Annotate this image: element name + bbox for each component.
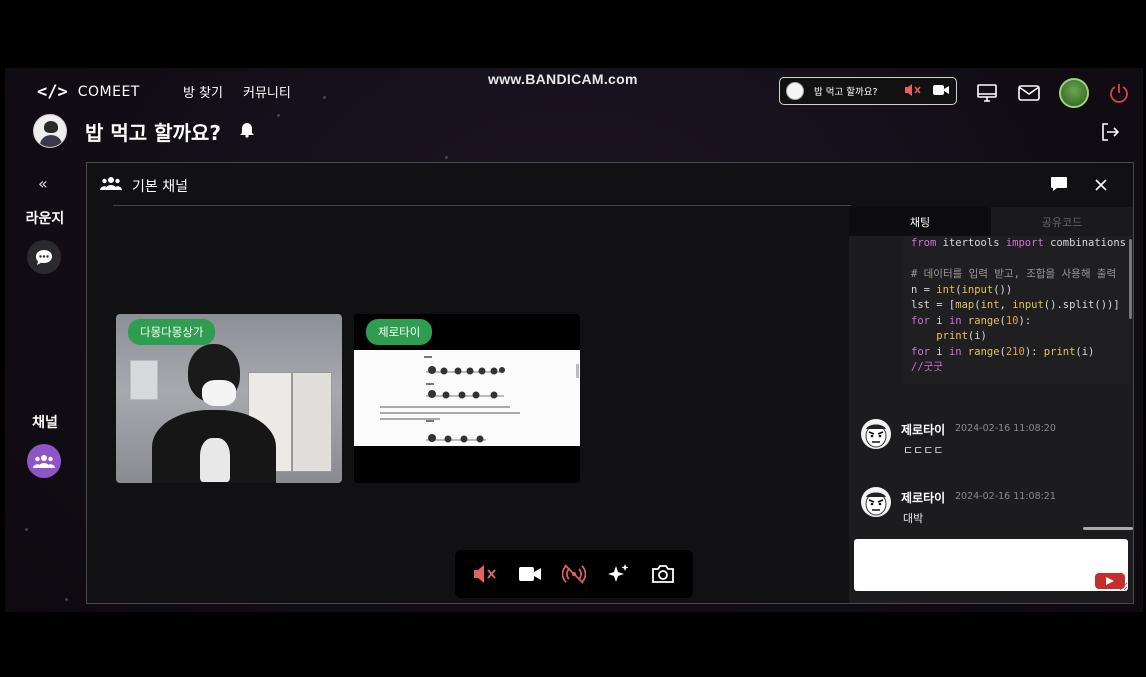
app-window: </> COMEET 방 찾기 커뮤니티 www.BANDICAM.com 밥 … [5, 68, 1143, 612]
background-star [323, 96, 326, 99]
video-icon[interactable] [932, 82, 950, 101]
chat-toggle-icon[interactable] [1050, 176, 1068, 196]
brand[interactable]: </> COMEET [37, 82, 140, 102]
code-line: lst = [map(int, input().split())] [911, 299, 1120, 311]
sidebar-lounge-label: 라운지 [25, 211, 65, 227]
monitor-icon[interactable] [975, 81, 999, 105]
room-avatar [33, 114, 67, 148]
chat-input[interactable] [854, 539, 1128, 591]
nav-find-room[interactable]: 방 찾기 [183, 82, 223, 101]
scrollbar[interactable] [1129, 239, 1132, 319]
avatar [786, 82, 804, 100]
camera-icon[interactable] [648, 559, 678, 589]
brand-name: COMEET [77, 84, 140, 100]
scrollbar[interactable] [1083, 527, 1133, 530]
send-button[interactable] [1095, 573, 1125, 589]
avatar [861, 419, 891, 449]
users-icon [100, 175, 122, 195]
panel-header: 기본 채널 [87, 163, 1133, 206]
face-mask [202, 380, 236, 406]
background-star [445, 156, 448, 159]
chat-message: 제로타이 2024-02-16 11:08:20 ㄷㄷㄷㄷ [861, 419, 1131, 469]
chat-panel: 채팅 공유코드 from itertools import combinatio… [849, 207, 1133, 603]
code-line: print(i) [936, 330, 987, 342]
wall-poster [130, 360, 158, 400]
tab-shared-code[interactable]: 공유코드 [991, 207, 1133, 236]
call-controls [455, 550, 693, 598]
sidebar: « 라운지 채널 [5, 168, 85, 608]
video-tile[interactable]: 제로타이 [354, 314, 580, 483]
room-header: 밥 먹고 할까요? [33, 114, 255, 148]
background-star [277, 114, 280, 117]
mute-icon[interactable] [904, 82, 922, 101]
nav-community[interactable]: 커뮤니티 [243, 82, 291, 101]
bell-icon[interactable] [239, 120, 255, 142]
message-author: 제로타이 [901, 423, 946, 437]
code-line: from itertools import combinations as [911, 237, 1131, 249]
message-time: 2024-02-16 11:08:21 [955, 491, 1056, 502]
close-icon[interactable] [1094, 177, 1108, 196]
participant-name-tag: 다몽다몽상가 [128, 319, 216, 345]
code-line: for i in range(210): print(i) [911, 345, 1095, 358]
code-comment: //굿굿 [911, 361, 943, 373]
chat-bubble-icon[interactable] [27, 240, 61, 274]
top-nav: 방 찾기 커뮤니티 [183, 82, 291, 101]
mute-icon[interactable] [470, 559, 500, 589]
tab-chat[interactable]: 채팅 [849, 207, 991, 236]
avatar [861, 487, 891, 517]
users-icon[interactable] [27, 444, 61, 478]
mini-call-title: 밥 먹고 할까요? [814, 87, 878, 98]
broadcast-off-icon[interactable] [559, 559, 589, 589]
power-icon[interactable] [1107, 81, 1131, 105]
code-line: for i in range(10): [911, 314, 1032, 327]
shared-code-block: from itertools import combinations as # … [903, 236, 1131, 384]
message-text: ㄷㄷㄷㄷ [903, 444, 944, 457]
code-line: n = int(input()) [911, 283, 1013, 296]
cabinet [292, 372, 332, 472]
channel-name: 기본 채널 [132, 179, 188, 195]
sidebar-channel-label: 채널 [32, 415, 58, 431]
mini-call-bar[interactable]: 밥 먹고 할까요? [779, 77, 957, 105]
code-comment: # 데이터를 입력 받고, 조합을 사용해 출력 [911, 268, 1117, 280]
shirt-print [200, 438, 230, 482]
channel-panel: 기본 채널 다몽다몽상가 제로타이 채팅 공유코드 from itertools… [86, 162, 1134, 604]
message-author: 제로타이 [901, 491, 946, 505]
room-title: 밥 먹고 할까요? [85, 120, 221, 145]
collapse-icon[interactable]: « [38, 174, 48, 193]
video-icon[interactable] [515, 559, 545, 589]
participant-name-tag: 제로타이 [366, 319, 433, 345]
message-time: 2024-02-16 11:08:20 [955, 423, 1056, 434]
mail-icon[interactable] [1017, 81, 1041, 105]
recording-watermark: www.BANDICAM.com [488, 71, 638, 87]
chat-tabs: 채팅 공유코드 [849, 207, 1133, 236]
divider [113, 205, 851, 206]
video-tile[interactable]: 다몽다몽상가 [116, 314, 342, 483]
header-actions [975, 78, 1131, 108]
message-text: 대박 [903, 512, 924, 525]
exit-icon[interactable] [1100, 122, 1120, 146]
logo-icon: </> [37, 82, 68, 102]
sparkles-icon[interactable] [603, 559, 633, 589]
shared-screen [354, 350, 580, 446]
user-avatar[interactable] [1059, 78, 1089, 108]
